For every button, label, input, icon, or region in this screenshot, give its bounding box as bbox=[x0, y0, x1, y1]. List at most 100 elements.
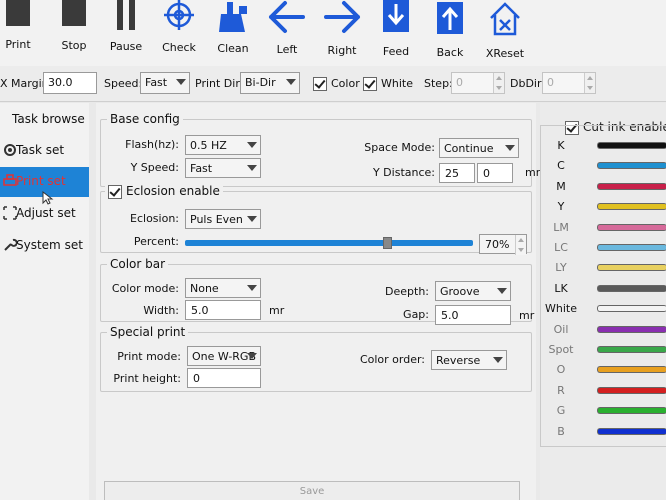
ink-color-bar bbox=[597, 325, 666, 333]
ink-color-bar bbox=[597, 142, 666, 149]
ink-name: Y bbox=[557, 200, 565, 214]
ink-color-bar bbox=[597, 264, 666, 272]
chevron-down-icon bbox=[247, 142, 257, 148]
pause-button[interactable]: Pause bbox=[98, 0, 154, 66]
white-checkbox[interactable] bbox=[363, 77, 377, 91]
chevron-down-icon bbox=[247, 353, 257, 359]
ink-color-bar bbox=[597, 305, 666, 313]
feed-icon bbox=[383, 0, 409, 32]
sidebar-item-adjust-set[interactable]: Adjust set bbox=[0, 199, 89, 229]
color-order-select[interactable]: Reverse bbox=[431, 350, 507, 370]
color-checkbox[interactable] bbox=[313, 77, 327, 91]
arrow-right-icon bbox=[324, 1, 360, 33]
ink-name: K bbox=[557, 139, 565, 152]
color-mode-label: Color mode: bbox=[111, 282, 179, 295]
width-unit: mr bbox=[269, 304, 285, 317]
y-distance-unit: mr bbox=[525, 166, 541, 179]
print-dir-label: Print Dir: bbox=[195, 77, 244, 90]
chevron-down-icon bbox=[176, 79, 186, 85]
dbdir-stepper[interactable]: 0 bbox=[542, 72, 596, 94]
ink-color-bar bbox=[597, 284, 666, 292]
ink-row: LM bbox=[541, 218, 666, 238]
print-height-input[interactable]: 0 bbox=[187, 368, 261, 388]
deepth-label: Deepth: bbox=[385, 285, 429, 298]
width-label: Width: bbox=[143, 304, 179, 317]
y-distance-input-2[interactable]: 0 bbox=[477, 163, 513, 183]
stop-icon bbox=[62, 0, 86, 26]
eclosion-select[interactable]: Puls Even bbox=[185, 209, 261, 229]
percent-stepper[interactable]: 70% bbox=[479, 234, 527, 255]
deepth-select[interactable]: Groove bbox=[435, 281, 511, 301]
feed-button[interactable]: Feed bbox=[368, 0, 424, 66]
check-button[interactable]: Check bbox=[151, 0, 207, 66]
chevron-down-icon bbox=[493, 357, 503, 363]
spin-arrows-icon[interactable] bbox=[584, 73, 595, 93]
eclosion-checkbox[interactable] bbox=[108, 184, 122, 199]
print-button[interactable]: Print bbox=[0, 0, 46, 66]
percent-label: Percent: bbox=[133, 235, 179, 248]
sidebar-item-label: Task set bbox=[16, 143, 65, 157]
clean-button[interactable]: Clean bbox=[205, 0, 261, 66]
gear-icon bbox=[4, 144, 16, 156]
spin-arrows-icon[interactable] bbox=[515, 235, 526, 255]
sidebar-item-label: System set bbox=[16, 238, 83, 252]
y-speed-select[interactable]: Fast bbox=[185, 158, 261, 178]
ink-color-bar bbox=[597, 407, 666, 415]
sidebar-item-print-set[interactable]: Print set bbox=[0, 167, 89, 205]
width-input[interactable]: 5.0 bbox=[185, 300, 261, 320]
color-mode-select[interactable]: None bbox=[185, 278, 261, 298]
xreset-button[interactable]: XReset bbox=[477, 0, 533, 66]
ink-name: Spot bbox=[548, 343, 574, 356]
back-icon bbox=[437, 2, 463, 34]
speed-select[interactable]: Fast bbox=[140, 72, 190, 94]
sidebar-item-system-set[interactable]: System set bbox=[0, 231, 89, 261]
ink-name: White bbox=[545, 302, 577, 316]
print-mode-select[interactable]: One W-RGB bbox=[187, 346, 261, 366]
ink-name: R bbox=[557, 383, 565, 397]
print-height-label: Print height: bbox=[113, 372, 181, 385]
ink-row: White bbox=[541, 299, 666, 319]
print-dir-select[interactable]: Bi-Dir bbox=[240, 72, 300, 94]
sidebar-item-label: Print set bbox=[16, 174, 66, 188]
back-button[interactable]: Back bbox=[422, 0, 478, 66]
ink-name: O bbox=[556, 363, 566, 377]
percent-slider[interactable] bbox=[185, 240, 473, 246]
step-stepper[interactable]: 0 bbox=[451, 72, 505, 94]
arrow-left-icon bbox=[269, 1, 305, 33]
ink-row: Spot bbox=[541, 340, 666, 360]
left-button[interactable]: Left bbox=[259, 0, 315, 66]
ink-name: G bbox=[556, 404, 566, 418]
ink-row: LC bbox=[541, 238, 666, 258]
spin-arrows-icon[interactable] bbox=[493, 73, 504, 93]
ink-color-bar bbox=[597, 162, 666, 170]
space-mode-select[interactable]: Continue bbox=[439, 138, 519, 158]
slider-handle[interactable] bbox=[383, 237, 392, 249]
base-config-group: Base config Flash(hz): 0.5 HZ Y Speed: F… bbox=[100, 112, 540, 187]
clean-icon bbox=[219, 2, 247, 32]
stop-button[interactable]: Stop bbox=[46, 0, 102, 66]
ink-name: B bbox=[557, 424, 565, 438]
home-x-icon bbox=[490, 2, 520, 36]
ink-row: M bbox=[541, 177, 666, 197]
save-button[interactable]: Save bbox=[104, 481, 520, 500]
sidebar-item-label: Adjust set bbox=[16, 206, 76, 220]
gap-label: Gap: bbox=[403, 308, 429, 321]
x-margin-input[interactable]: 30.0 bbox=[43, 72, 97, 94]
gap-input[interactable]: 5.0 bbox=[435, 305, 511, 325]
adjust-icon bbox=[3, 206, 17, 220]
chevron-down-icon bbox=[247, 216, 257, 222]
sidebar-item-task-set[interactable]: Task set bbox=[0, 136, 89, 166]
right-button[interactable]: Right bbox=[314, 0, 370, 66]
dbdir-label: DbDir: bbox=[510, 77, 546, 90]
toolbar: Print Stop Pause Check Clean Left Right … bbox=[0, 0, 666, 66]
color-bar-group: Color bar Color mode: None Width: 5.0 mr… bbox=[100, 257, 534, 325]
sidebar-item-task-browse[interactable]: Task browse bbox=[0, 105, 89, 135]
speed-label: Speed: bbox=[104, 77, 143, 90]
y-distance-input-1[interactable]: 25 bbox=[439, 163, 475, 183]
sidebar-item-label: Task browse bbox=[12, 112, 85, 126]
chevron-down-icon bbox=[505, 145, 515, 151]
color-order-label: Color order: bbox=[359, 353, 425, 366]
color-label: Color bbox=[331, 77, 360, 90]
flash-select[interactable]: 0.5 HZ bbox=[185, 135, 261, 155]
print-mode-label: Print mode: bbox=[117, 350, 181, 363]
